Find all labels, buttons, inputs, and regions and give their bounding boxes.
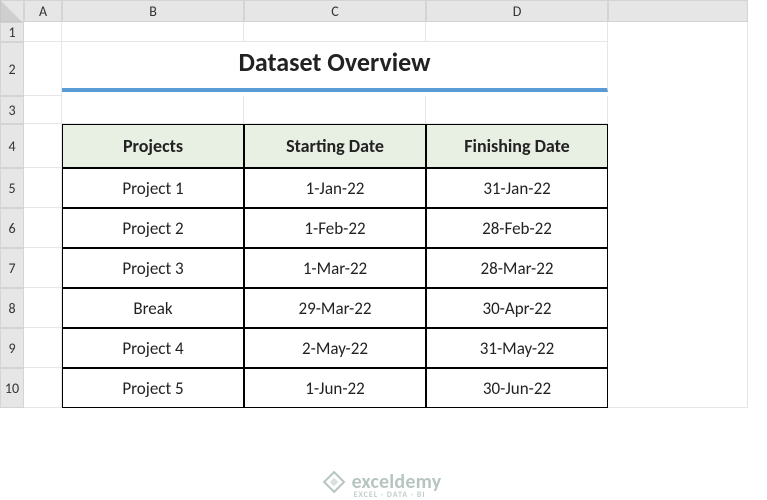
- row-header-6[interactable]: 6: [0, 208, 24, 248]
- cell-A5[interactable]: [24, 168, 62, 208]
- table-cell-project[interactable]: Project 4: [62, 328, 244, 368]
- table-cell-finish[interactable]: 30-Jun-22: [426, 368, 608, 408]
- table-cell-start[interactable]: 1-Jun-22: [244, 368, 426, 408]
- cell-A10[interactable]: [24, 368, 62, 408]
- cell-B1[interactable]: [62, 22, 244, 42]
- table-cell-project[interactable]: Project 1: [62, 168, 244, 208]
- spreadsheet-grid: A B C D 1 2 3 4 5 6 7 8 9 10 Dataset Ove…: [0, 0, 767, 408]
- table-cell-start[interactable]: 2-May-22: [244, 328, 426, 368]
- table-cell-start[interactable]: 1-Feb-22: [244, 208, 426, 248]
- row-header-1[interactable]: 1: [0, 22, 24, 42]
- col-header-C[interactable]: C: [244, 0, 426, 22]
- cell-B3[interactable]: [62, 96, 244, 124]
- row-header-3[interactable]: 3: [0, 96, 24, 124]
- cell-E-fill[interactable]: [608, 22, 748, 408]
- table-cell-project[interactable]: Break: [62, 288, 244, 328]
- select-all-triangle[interactable]: [0, 0, 22, 22]
- row-header-2[interactable]: 2: [0, 42, 24, 96]
- cell-D1[interactable]: [426, 22, 608, 42]
- col-header-blank: [608, 0, 748, 22]
- table-cell-finish[interactable]: 31-Jan-22: [426, 168, 608, 208]
- table-cell-finish[interactable]: 28-Mar-22: [426, 248, 608, 288]
- table-header-finish[interactable]: Finishing Date: [426, 124, 608, 168]
- table-cell-finish[interactable]: 28-Feb-22: [426, 208, 608, 248]
- cell-A3[interactable]: [24, 96, 62, 124]
- table-cell-finish[interactable]: 31-May-22: [426, 328, 608, 368]
- cell-C1[interactable]: [244, 22, 426, 42]
- row-header-5[interactable]: 5: [0, 168, 24, 208]
- table-cell-project[interactable]: Project 2: [62, 208, 244, 248]
- table-cell-start[interactable]: 1-Jan-22: [244, 168, 426, 208]
- row-header-10[interactable]: 10: [0, 368, 24, 408]
- col-header-D[interactable]: D: [426, 0, 608, 22]
- row-header-4[interactable]: 4: [0, 124, 24, 168]
- col-header-B[interactable]: B: [62, 0, 244, 22]
- cell-A4[interactable]: [24, 124, 62, 168]
- cell-A9[interactable]: [24, 328, 62, 368]
- table-header-start[interactable]: Starting Date: [244, 124, 426, 168]
- table-cell-finish[interactable]: 30-Apr-22: [426, 288, 608, 328]
- watermark-tagline: EXCEL · DATA · BI: [354, 490, 426, 500]
- table-cell-start[interactable]: 1-Mar-22: [244, 248, 426, 288]
- cell-C3[interactable]: [244, 96, 426, 124]
- cell-A7[interactable]: [24, 248, 62, 288]
- cell-A8[interactable]: [24, 288, 62, 328]
- table-header-projects[interactable]: Projects: [62, 124, 244, 168]
- watermark: exceldemy EXCEL · DATA · BI: [326, 470, 442, 494]
- table-cell-start[interactable]: 29-Mar-22: [244, 288, 426, 328]
- row-header-7[interactable]: 7: [0, 248, 24, 288]
- table-cell-project[interactable]: Project 5: [62, 368, 244, 408]
- page-title[interactable]: Dataset Overview: [62, 42, 608, 92]
- cell-D3[interactable]: [426, 96, 608, 124]
- cell-A2[interactable]: [24, 42, 62, 96]
- cell-A1[interactable]: [24, 22, 62, 42]
- table-cell-project[interactable]: Project 3: [62, 248, 244, 288]
- row-header-8[interactable]: 8: [0, 288, 24, 328]
- col-header-A[interactable]: A: [24, 0, 62, 22]
- watermark-logo-icon: [322, 471, 345, 494]
- cell-A6[interactable]: [24, 208, 62, 248]
- row-header-9[interactable]: 9: [0, 328, 24, 368]
